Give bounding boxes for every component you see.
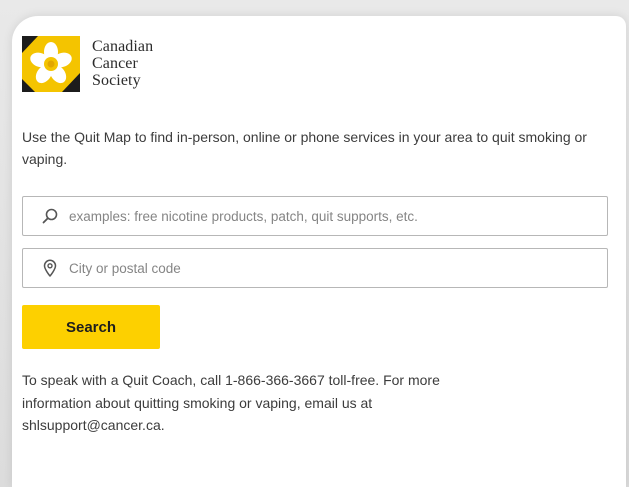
daffodil-logo-icon [22, 36, 80, 92]
search-icon [41, 207, 59, 225]
organization-name-line2: Cancer [92, 54, 138, 72]
organization-name-line3: Society [92, 71, 141, 89]
brand-header: Canadian Cancer Society [22, 36, 153, 110]
organization-name: Canadian Cancer Society [92, 38, 154, 89]
organization-name-line1: Canadian [92, 38, 154, 55]
location-pin-icon [41, 259, 59, 277]
search-field[interactable] [22, 196, 608, 236]
contact-line1: To speak with a Quit Coach, call 1-866-3… [22, 372, 440, 388]
contact-line2: information about quitting smoking or va… [22, 394, 373, 411]
search-input[interactable] [67, 207, 591, 225]
search-button[interactable]: Search [22, 305, 160, 349]
contact-text: To speak with a Quit Coach, call 1-866-3… [22, 369, 542, 437]
intro-text: Use the Quit Map to find in-person, onli… [22, 129, 587, 168]
contact-line3: shlsupport@cancer.ca. [22, 417, 165, 434]
location-input[interactable] [67, 259, 591, 277]
location-field[interactable] [22, 248, 608, 288]
